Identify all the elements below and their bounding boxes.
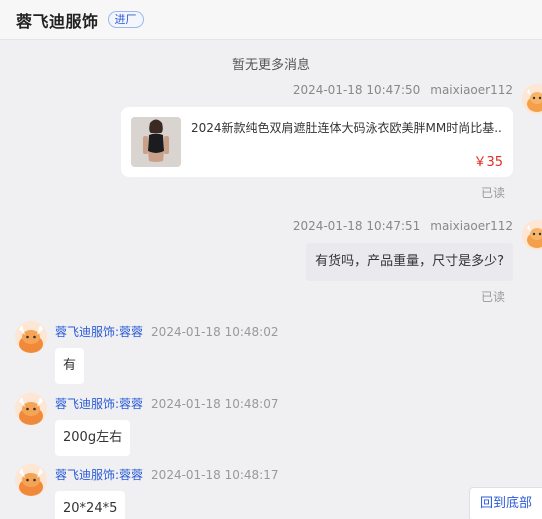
product-thumbnail[interactable] xyxy=(131,117,181,167)
message-timestamp: 2024-01-18 10:47:50 xyxy=(292,83,421,97)
message-bubble: 200g左右 xyxy=(55,420,131,456)
customer-avatar[interactable] xyxy=(522,84,542,114)
shop-tag-badge: 进厂 xyxy=(107,11,144,28)
cartoon-bull-avatar-icon xyxy=(15,321,47,353)
message-timestamp: 2024-01-18 10:48:07 xyxy=(151,397,279,411)
user-avatar-icon xyxy=(522,220,542,250)
customer-avatar[interactable] xyxy=(522,220,542,250)
shop-name[interactable]: 蓉飞迪服饰 xyxy=(16,8,99,32)
chat-header: 蓉飞迪服饰 进厂 xyxy=(0,0,542,40)
product-price: ￥35 xyxy=(473,155,503,170)
message-timestamp: 2024-01-18 10:47:51 xyxy=(292,219,421,233)
read-status: 已读 xyxy=(480,290,505,304)
shop-avatar[interactable] xyxy=(15,464,47,496)
message-timestamp: 2024-01-18 10:48:17 xyxy=(151,468,279,482)
sender-name: 蓉飞迪服饰:蓉蓉 xyxy=(55,325,144,339)
cartoon-bull-avatar-icon xyxy=(15,393,47,425)
shop-avatar[interactable] xyxy=(15,321,47,353)
user-avatar-icon xyxy=(522,84,542,114)
sender-name: 蓉飞迪服饰:蓉蓉 xyxy=(55,397,144,411)
no-more-messages-notice: 暂无更多消息 xyxy=(231,58,310,73)
message-username: maixiaoer112 xyxy=(430,83,513,97)
message-meta: 蓉飞迪服饰:蓉蓉 2024-01-18 10:48:07 xyxy=(55,395,279,412)
shop-avatar[interactable] xyxy=(15,393,47,425)
message-bubble: 20*24*5 xyxy=(55,491,126,519)
read-status: 已读 xyxy=(480,186,505,200)
message-meta: 蓉飞迪服饰:蓉蓉 2024-01-18 10:48:17 xyxy=(55,466,279,483)
message-username: maixiaoer112 xyxy=(430,219,513,233)
message-bubble: 有 xyxy=(55,348,85,384)
cartoon-bull-avatar-icon xyxy=(15,464,47,496)
product-card[interactable]: 2024新款纯色双肩遮肚连体大码泳衣欧美胖MM时尚比基... ￥35 xyxy=(121,107,513,177)
swimsuit-product-image xyxy=(131,117,181,167)
message-meta: 蓉飞迪服饰:蓉蓉 2024-01-18 10:48:02 xyxy=(55,323,279,340)
message-bubble: 有货吗，产品重量，尺寸是多少? xyxy=(306,243,513,281)
scroll-to-bottom-label: 回到底部 xyxy=(480,496,533,511)
message-meta: 2024-01-18 10:47:51 maixiaoer112 xyxy=(293,219,513,233)
sender-name: 蓉飞迪服饰:蓉蓉 xyxy=(55,468,144,482)
message-timestamp: 2024-01-18 10:48:02 xyxy=(151,325,279,339)
scroll-to-bottom-button[interactable]: 回到底部 xyxy=(469,487,542,519)
product-title[interactable]: 2024新款纯色双肩遮肚连体大码泳衣欧美胖MM时尚比基... xyxy=(191,119,503,136)
message-meta: 2024-01-18 10:47:50 maixiaoer112 xyxy=(293,83,513,97)
